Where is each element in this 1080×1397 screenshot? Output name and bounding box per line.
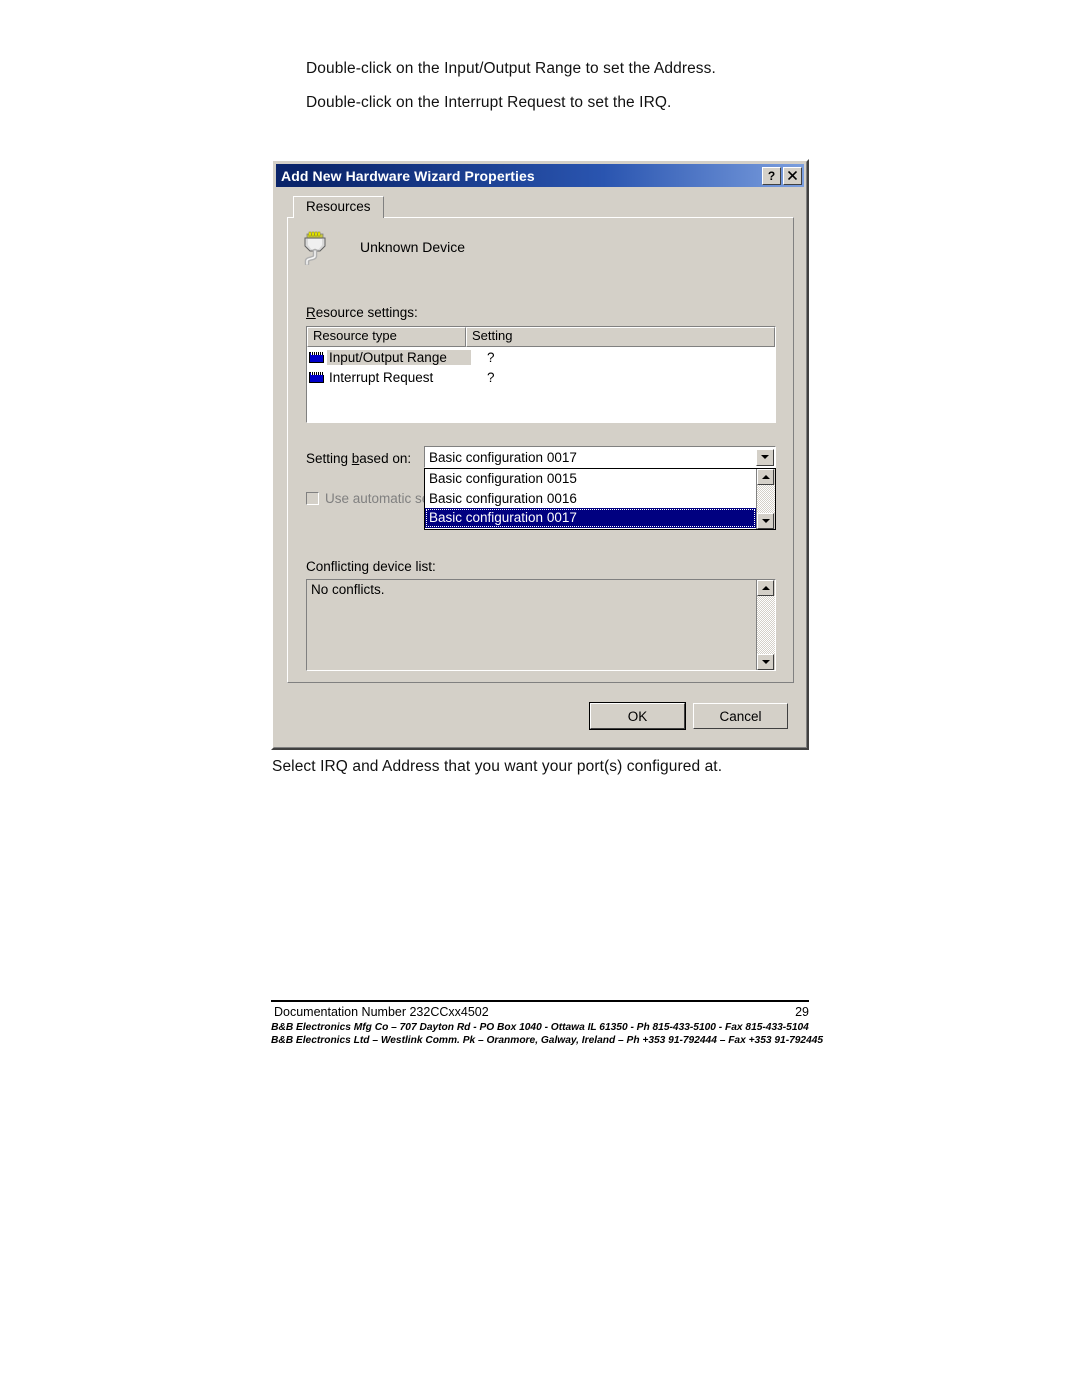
footer-divider	[271, 1000, 809, 1002]
setting-based-on-value: Basic configuration 0017	[429, 449, 577, 465]
chip-icon	[309, 371, 324, 383]
dropdown-items: Basic configuration 0015 Basic configura…	[425, 469, 756, 529]
device-name: Unknown Device	[360, 239, 466, 255]
conflicting-device-list-box[interactable]: No conflicts.	[306, 579, 776, 671]
setting-based-on-dropdown-list[interactable]: Basic configuration 0015 Basic configura…	[424, 468, 776, 530]
footer-address-ie: B&B Electronics Ltd – Westlink Comm. Pk …	[271, 1035, 824, 1046]
resource-setting-value: ?	[487, 369, 495, 385]
conflicting-device-scrollbar[interactable]	[756, 580, 775, 670]
table-row[interactable]: Input/Output Range ?	[307, 347, 775, 367]
help-icon[interactable]: ?	[762, 166, 781, 185]
caption-below-figure: Select IRQ and Address that you want you…	[272, 758, 723, 775]
dropdown-scrollbar[interactable]	[756, 469, 775, 529]
column-header-setting[interactable]: Setting	[466, 327, 775, 347]
resource-setting-value: ?	[487, 349, 495, 365]
ok-button[interactable]: OK	[589, 702, 686, 730]
resource-settings-list[interactable]: Resource type Setting Input/Output Range…	[306, 326, 776, 423]
scrollbar-track[interactable]	[757, 596, 775, 654]
plug-connector-glyph	[304, 231, 326, 265]
close-x-glyph	[788, 171, 797, 180]
chevron-down-icon[interactable]	[756, 448, 774, 466]
instruction-line-2: Double-click on the Interrupt Request to…	[306, 94, 672, 111]
dropdown-option-0017[interactable]: Basic configuration 0017	[425, 508, 756, 528]
documentation-number: Documentation Number 232CCxx4502	[274, 1005, 489, 1019]
scroll-up-icon[interactable]	[757, 469, 774, 485]
dialog-title: Add New Hardware Wizard Properties	[281, 167, 535, 184]
dropdown-option-0015[interactable]: Basic configuration 0015	[425, 469, 756, 489]
scrollbar-track[interactable]	[757, 485, 775, 513]
device-header: Unknown Device	[298, 229, 465, 265]
table-row[interactable]: Interrupt Request ?	[307, 367, 775, 387]
resource-settings-accel: R	[306, 305, 316, 320]
page-number: 29	[795, 1005, 809, 1019]
plug-connector-icon	[298, 229, 332, 265]
resource-type-value: Input/Output Range	[327, 349, 471, 365]
resource-settings-label: Resource settings:	[306, 305, 418, 320]
dropdown-option-0016[interactable]: Basic configuration 0016	[425, 489, 756, 509]
scroll-down-icon[interactable]	[757, 513, 774, 529]
scroll-down-icon[interactable]	[757, 654, 774, 670]
close-icon[interactable]	[783, 166, 802, 185]
chip-icon	[309, 351, 324, 363]
setting-based-on-label-pre: Setting	[306, 451, 352, 466]
cancel-button[interactable]: Cancel	[693, 703, 788, 729]
setting-based-on-label: Setting based on:	[306, 451, 411, 466]
scroll-up-icon[interactable]	[757, 580, 774, 596]
footer-address-us: B&B Electronics Mfg Co – 707 Dayton Rd -…	[271, 1022, 809, 1033]
use-automatic-settings-checkbox[interactable]	[306, 491, 319, 505]
add-new-hardware-wizard-properties-dialog: Add New Hardware Wizard Properties ? Res…	[271, 159, 809, 750]
resource-settings-header-row: Resource type Setting	[307, 327, 775, 347]
conflicting-device-list-label: Conflicting device list:	[306, 559, 436, 574]
footer-top-row: Documentation Number 232CCxx4502 29	[274, 1005, 809, 1019]
instruction-line-1: Double-click on the Input/Output Range t…	[306, 60, 716, 77]
tab-resources[interactable]: Resources	[293, 196, 384, 218]
resource-settings-label-rest: esource settings:	[315, 305, 418, 320]
setting-based-on-combobox[interactable]: Basic configuration 0017	[424, 446, 776, 468]
column-header-resource-type[interactable]: Resource type	[307, 327, 466, 347]
dialog-titlebar[interactable]: Add New Hardware Wizard Properties ?	[276, 164, 804, 187]
conflicting-device-list-text: No conflicts.	[311, 582, 385, 597]
setting-based-on-label-post: ased on:	[359, 451, 412, 466]
resource-type-value: Interrupt Request	[329, 369, 434, 385]
